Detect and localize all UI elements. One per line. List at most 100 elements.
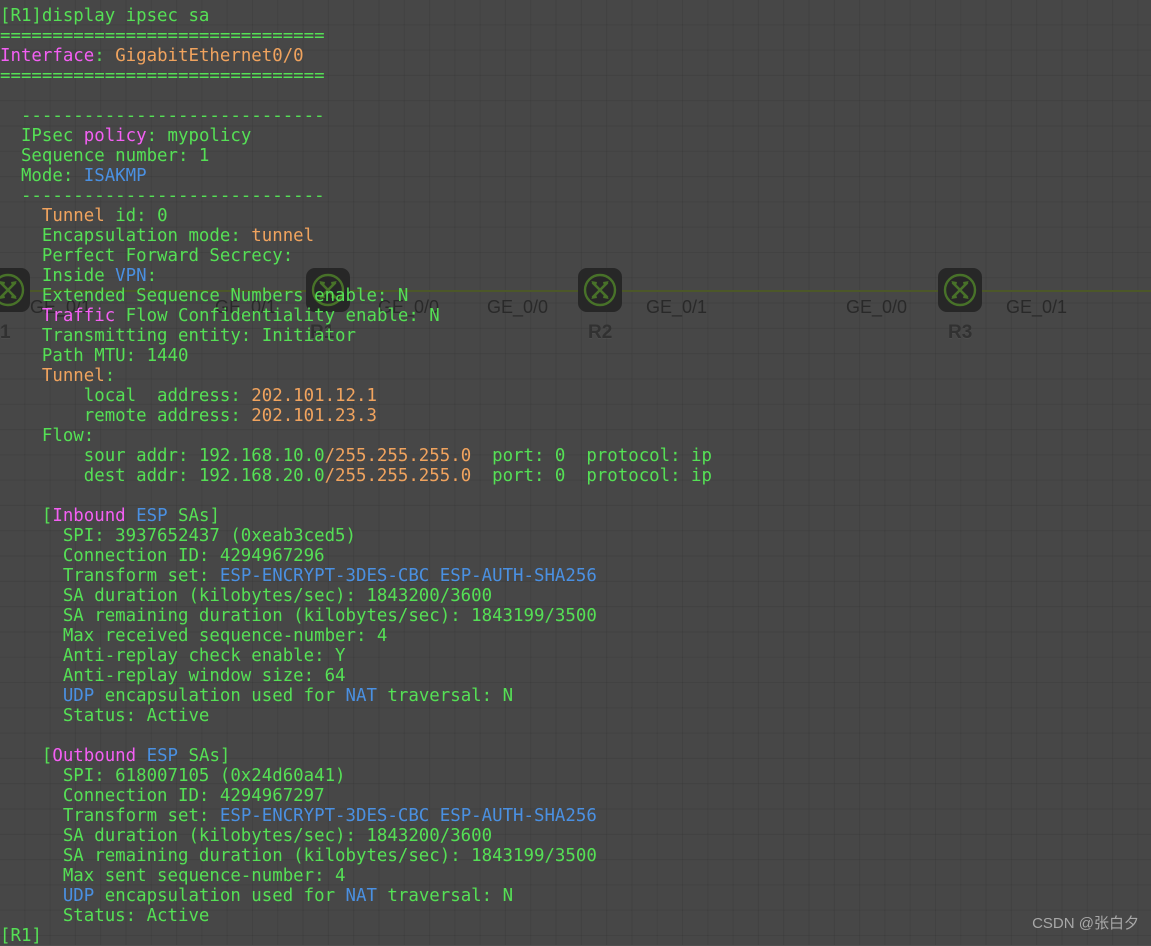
console-segment: [429, 566, 439, 586]
console-line-out-sa-rem: SA remaining duration (kilobytes/sec): 1…: [0, 846, 1151, 866]
console-segment: Mode:: [0, 166, 84, 186]
console-line-sep1: ===============================: [0, 26, 1151, 46]
console-segment: ESP: [146, 746, 179, 766]
console-segment: encapsulation used for: [94, 686, 346, 706]
console-segment: Max sent sequence-number: 4: [0, 866, 346, 886]
console-segment: 192.168.20.0: [198, 466, 325, 486]
console-line-list: [R1]display ipsec sa ====================…: [0, 6, 1151, 946]
console-segment: [: [0, 506, 53, 526]
console-segment: Flow Confidentiality enable: N: [115, 306, 440, 326]
watermark: CSDN @张白夕: [1032, 915, 1139, 932]
console-segment: [0, 306, 42, 326]
console-segment: UDP: [62, 686, 95, 706]
console-line-sep2: ===============================: [0, 66, 1151, 86]
console-segment: /255.255.255.0: [324, 466, 472, 486]
console-segment: SA duration (kilobytes/sec): 1843200/360…: [0, 586, 493, 606]
console-segment: NAT: [345, 886, 377, 906]
console-segment: ESP-ENCRYPT-3DES-CBC: [219, 806, 430, 826]
console-output[interactable]: [R1]display ipsec sa ====================…: [0, 0, 1151, 946]
console-line-mode: Mode: ISAKMP: [0, 166, 1151, 186]
console-segment: Encapsulation mode:: [0, 226, 252, 246]
console-segment: SPI: 3937652437 (0xeab3ced5): [0, 526, 356, 546]
console-line-sep4: -----------------------------: [0, 186, 1151, 206]
console-segment: Tunnel: [41, 366, 105, 386]
console-line-in-ar-check: Anti-replay check enable: Y: [0, 646, 1151, 666]
console-segment: [0, 206, 42, 226]
console-segment: : mypolicy: [146, 126, 252, 146]
console-segment: Sequence number: 1: [0, 146, 210, 166]
console-segment: dest addr:: [0, 466, 199, 486]
console-segment: Traffic: [41, 306, 116, 326]
console-segment: :: [146, 266, 158, 286]
console-segment: :: [94, 46, 116, 66]
console-segment: 192.168.10.0: [198, 446, 325, 466]
console-line-in-spi: SPI: 3937652437 (0xeab3ced5): [0, 526, 1151, 546]
console-segment: [R1]display ipsec sa: [0, 6, 210, 26]
console-segment: SA remaining duration (kilobytes/sec): 1…: [0, 606, 597, 626]
console-segment: [0, 686, 63, 706]
console-segment: Extended Sequence Numbers enable: N: [0, 286, 409, 306]
console-segment: Max received sequence-number: 4: [0, 626, 388, 646]
console-segment: Inside: [0, 266, 116, 286]
console-segment: SA duration (kilobytes/sec): 1843200/360…: [0, 826, 493, 846]
console-line-tunnel-id: Tunnel id: 0: [0, 206, 1151, 226]
console-segment: ESP: [136, 506, 168, 526]
console-segment: SAs]: [178, 746, 231, 766]
console-segment: 202.101.23.3: [251, 406, 377, 426]
console-segment: remote address:: [0, 406, 252, 426]
console-segment: -----------------------------: [0, 106, 325, 126]
console-line-inbound-hdr: [Inbound ESP SAs]: [0, 506, 1151, 526]
console-line-seq-number: Sequence number: 1: [0, 146, 1151, 166]
console-segment: Status: Active: [0, 906, 210, 926]
console-line-tunnel: Tunnel:: [0, 366, 1151, 386]
console-line-out-max-seq: Max sent sequence-number: 4: [0, 866, 1151, 886]
console-segment: VPN: [115, 266, 147, 286]
console-line-ipsec-policy: IPsec policy: mypolicy: [0, 126, 1151, 146]
console-segment: Connection ID: 4294967296: [0, 546, 325, 566]
console-segment: ===============================: [0, 66, 325, 86]
console-line-in-status: Status: Active: [0, 706, 1151, 726]
console-segment: 202.101.12.1: [251, 386, 377, 406]
console-segment: ESP-AUTH-SHA256: [439, 566, 597, 586]
console-segment: SAs]: [167, 506, 220, 526]
console-line-out-sa-dur: SA duration (kilobytes/sec): 1843200/360…: [0, 826, 1151, 846]
console-segment: IPsec: [0, 126, 84, 146]
console-line-outbound-hdr: [Outbound ESP SAs]: [0, 746, 1151, 766]
console-segment: Transform set:: [0, 566, 220, 586]
console-line-esn: Extended Sequence Numbers enable: N: [0, 286, 1151, 306]
console-segment: SPI: 618007105 (0x24d60a41): [0, 766, 346, 786]
console-segment: UDP: [62, 886, 95, 906]
console-segment: Path MTU: 1440: [0, 346, 189, 366]
console-line-in-sa-rem: SA remaining duration (kilobytes/sec): 1…: [0, 606, 1151, 626]
console-line-out-transform: Transform set: ESP-ENCRYPT-3DES-CBC ESP-…: [0, 806, 1151, 826]
console-line-out-connid: Connection ID: 4294967297: [0, 786, 1151, 806]
console-line-pfs: Perfect Forward Secrecy:: [0, 246, 1151, 266]
console-line-local-addr: local address: 202.101.12.1: [0, 386, 1151, 406]
console-segment: [: [0, 746, 53, 766]
console-segment: Transform set:: [0, 806, 220, 826]
console-segment: ISAKMP: [83, 166, 147, 186]
console-segment: NAT: [345, 686, 377, 706]
console-segment: port: 0 protocol: ip: [471, 446, 712, 466]
console-segment: [126, 506, 136, 526]
console-segment: sour addr:: [0, 446, 199, 466]
console-line-in-connid: Connection ID: 4294967296: [0, 546, 1151, 566]
console-segment: Outbound: [52, 746, 137, 766]
console-line-prompt: [R1]: [0, 926, 1151, 946]
console-line-interface: Interface: GigabitEthernet0/0: [0, 46, 1151, 66]
console-line-in-ar-window: Anti-replay window size: 64: [0, 666, 1151, 686]
console-segment: traversal: N: [376, 686, 514, 706]
console-segment: traversal: N: [376, 886, 514, 906]
console-segment: port: 0 protocol: ip: [471, 466, 712, 486]
console-segment: Transmitting entity: Initiator: [0, 326, 356, 346]
console-line-sep3: -----------------------------: [0, 106, 1151, 126]
console-line-blank1: [0, 86, 1151, 106]
console-line-dest-addr: dest addr: 192.168.20.0/255.255.255.0 po…: [0, 466, 1151, 486]
console-line-cmd: [R1]display ipsec sa: [0, 6, 1151, 26]
console-segment: Interface: [0, 46, 95, 66]
console-line-in-transform: Transform set: ESP-ENCRYPT-3DES-CBC ESP-…: [0, 566, 1151, 586]
console-segment: GigabitEthernet0/0: [115, 46, 304, 66]
console-segment: local address:: [0, 386, 252, 406]
console-line-blank3: [0, 726, 1151, 746]
console-line-out-udp-nat: UDP encapsulation used for NAT traversal…: [0, 886, 1151, 906]
